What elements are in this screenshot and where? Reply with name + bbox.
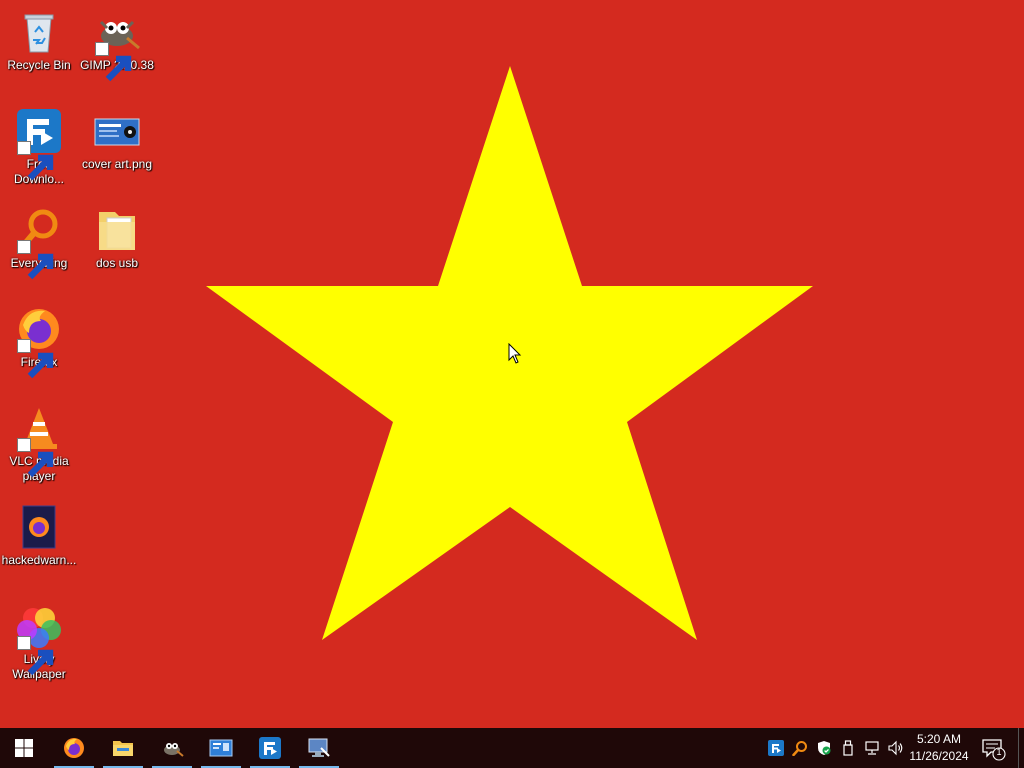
taskbar-image-viewer-button[interactable]: [197, 728, 245, 768]
free-download-manager-icon: [15, 107, 63, 181]
desktop-icon-everything[interactable]: Everything: [0, 198, 78, 288]
desktop-icon-gimp[interactable]: GIMP 2.10.38: [78, 0, 156, 90]
icon-label: Recycle Bin: [7, 58, 71, 72]
free-download-manager-icon: [259, 737, 281, 759]
notification-icon: [982, 739, 1006, 761]
gimp-icon: [93, 8, 141, 82]
taskbar-gimp-button[interactable]: [148, 728, 196, 768]
shortcut-arrow-icon: [17, 438, 54, 478]
mouse-pointer-icon: [508, 343, 522, 364]
icon-label: hackedwarn...: [1, 553, 77, 567]
desktop-icon-firefox[interactable]: Firefox: [0, 297, 78, 387]
usb-device-icon: [843, 740, 853, 756]
desktop-icon-hackedwarn[interactable]: hackedwarn...: [0, 495, 78, 585]
clock-date: 11/26/2024: [909, 749, 969, 763]
desktop-icon-recycle-bin[interactable]: Recycle Bin: [0, 0, 78, 90]
notification-count: 1: [996, 747, 1002, 757]
firefox-document-icon: [15, 503, 63, 551]
taskbar-remote-desktop-button[interactable]: [295, 728, 343, 768]
taskbar-free-download-manager-button[interactable]: [246, 728, 294, 768]
shortcut-arrow-icon: [17, 339, 54, 379]
file-explorer-icon: [113, 741, 133, 756]
desktop-icon-vlc[interactable]: VLC media player: [0, 396, 78, 486]
shortcut-arrow-icon: [17, 636, 54, 676]
tray-network[interactable]: [860, 728, 884, 768]
taskbar-clock[interactable]: 5:20 AM 11/26/2024: [904, 731, 974, 765]
everything-search-icon: [15, 206, 63, 280]
shortcut-arrow-icon: [17, 141, 54, 181]
start-button[interactable]: [0, 728, 48, 768]
folder-icon: [93, 206, 141, 254]
icon-label: dos usb: [95, 256, 139, 270]
network-icon: [865, 741, 879, 755]
shortcut-arrow-icon: [17, 240, 54, 280]
tray-free-download-manager[interactable]: [764, 728, 788, 768]
desktop-icon-dos-usb[interactable]: dos usb: [78, 198, 156, 288]
tray-usb-device[interactable]: [836, 728, 860, 768]
shortcut-arrow-icon: [95, 42, 132, 82]
desktop-icon-cover-art[interactable]: cover art.png: [78, 99, 156, 189]
desktop-icon-free-download-manager[interactable]: Free Downlo...: [0, 99, 78, 189]
free-download-manager-icon: [768, 740, 784, 756]
taskbar-firefox-button[interactable]: [50, 728, 98, 768]
taskbar-file-explorer-button[interactable]: [99, 728, 147, 768]
recycle-bin-icon: [15, 8, 63, 56]
remote-desktop-icon: [308, 738, 330, 757]
vlc-icon: [15, 404, 63, 478]
firefox-icon: [64, 738, 84, 758]
show-desktop-button[interactable]: [1018, 728, 1024, 768]
windows-logo-icon: [15, 739, 33, 757]
firefox-icon: [15, 305, 63, 379]
gimp-icon: [164, 743, 184, 757]
image-file-icon: [93, 107, 141, 155]
image-viewer-icon: [209, 739, 233, 757]
everything-search-icon: [792, 741, 807, 756]
windows-security-icon: [818, 741, 831, 755]
icon-label: cover art.png: [81, 157, 153, 171]
action-center-button[interactable]: 1: [980, 728, 1008, 768]
tray-windows-security[interactable]: [812, 728, 836, 768]
clock-time: 5:20 AM: [916, 732, 962, 746]
tray-everything[interactable]: [788, 728, 812, 768]
taskbar: 5:20 AM 11/26/2024 1: [0, 728, 1024, 768]
lively-wallpaper-icon: [15, 602, 63, 676]
volume-icon: [888, 740, 903, 756]
desktop-icon-lively-wallpaper[interactable]: Lively Wallpaper: [0, 594, 78, 684]
